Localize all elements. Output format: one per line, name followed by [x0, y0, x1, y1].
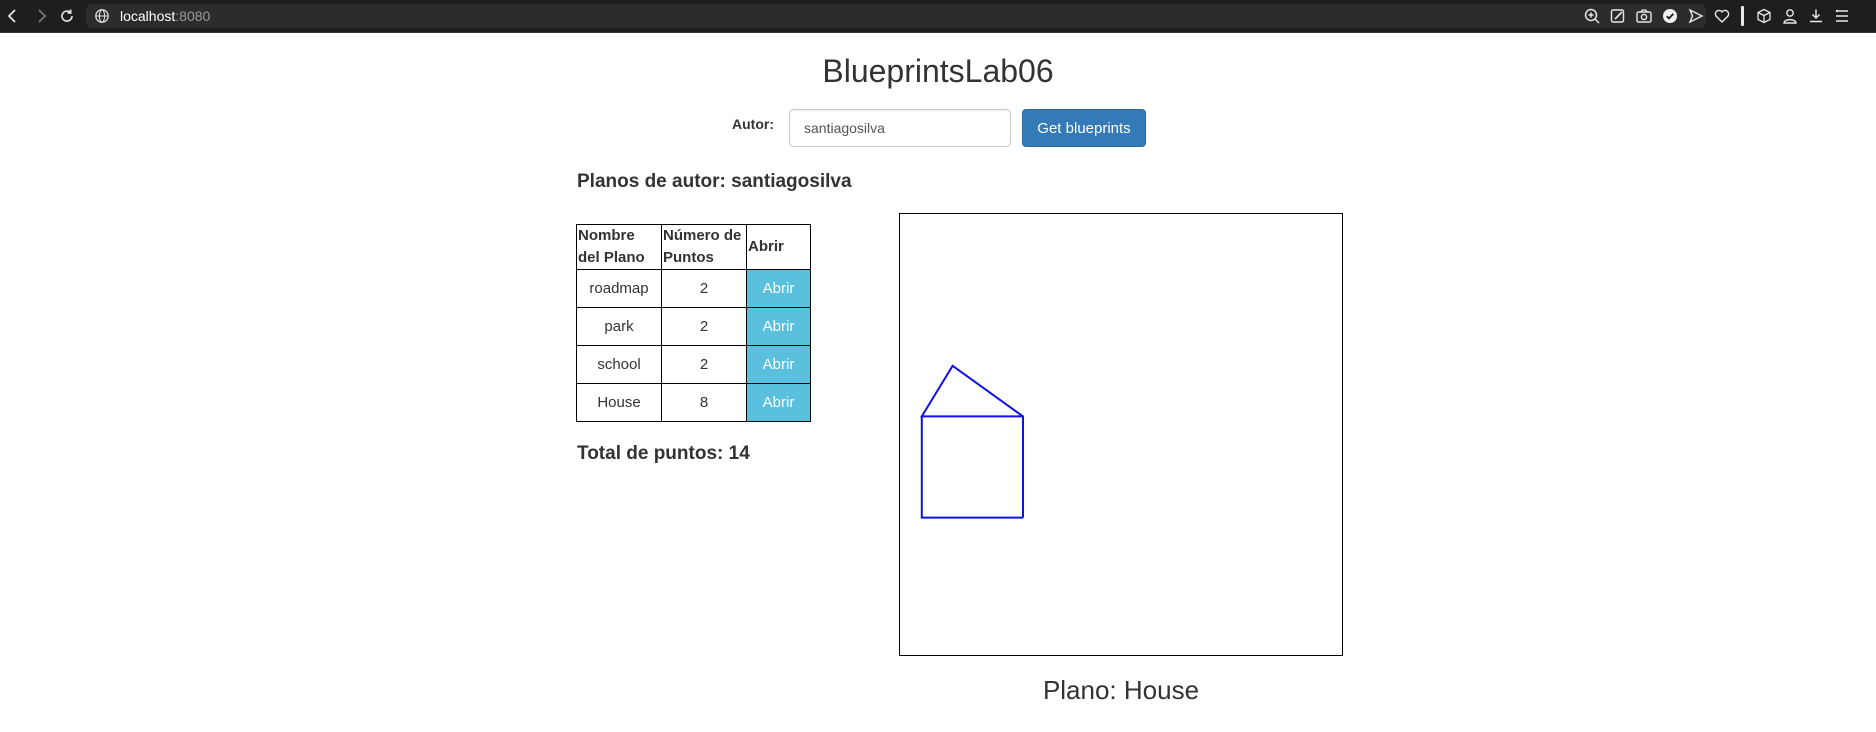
table-row: school 2 Abrir [576, 345, 811, 384]
blueprints-table: Nombre del Plano Número de Puntos Abrir … [576, 224, 811, 422]
blueprint-polyline [920, 364, 1024, 519]
open-roadmap-button[interactable]: Abrir [747, 270, 810, 307]
header-plan-name: Nombre del Plano [576, 224, 662, 270]
table-header-row: Nombre del Plano Número de Puntos Abrir [576, 224, 811, 270]
total-points: Total de puntos: 14 [577, 443, 750, 464]
author-label: Autor: [732, 116, 774, 132]
plan-name-cell: park [576, 307, 662, 346]
open-house-button[interactable]: Abrir [747, 384, 810, 421]
url-host: localhost [120, 8, 176, 24]
open-cell: Abrir [746, 307, 811, 346]
plans-heading: Planos de autor: santiagosilva [577, 171, 852, 192]
browser-toolbar: localhost:8080 [0, 0, 1876, 33]
url-text: localhost:8080 [120, 8, 210, 24]
header-point-count: Número de Puntos [661, 224, 747, 270]
open-park-button[interactable]: Abrir [747, 308, 810, 345]
header-open: Abrir [746, 224, 811, 270]
profile-icon[interactable] [1781, 7, 1799, 25]
open-cell: Abrir [746, 345, 811, 384]
page-title: BlueprintsLab06 [822, 53, 1054, 89]
open-school-button[interactable]: Abrir [747, 346, 810, 383]
forward-icon[interactable] [32, 7, 50, 25]
open-cell: Abrir [746, 269, 811, 308]
blueprint-canvas[interactable] [899, 213, 1343, 656]
plan-points-cell: 2 [661, 307, 747, 346]
reload-icon[interactable] [58, 7, 76, 25]
plan-points-cell: 2 [661, 345, 747, 384]
send-icon[interactable] [1687, 7, 1705, 25]
url-port: :8080 [175, 8, 211, 24]
download-icon[interactable] [1807, 7, 1825, 25]
plan-name-cell: House [576, 383, 662, 422]
plan-name-cell: roadmap [576, 269, 662, 308]
current-plan-name: Plano: House [1042, 675, 1200, 705]
zoom-icon[interactable] [1583, 7, 1601, 25]
box-icon[interactable] [1755, 7, 1773, 25]
toolbar-divider [1741, 6, 1744, 26]
table-row: roadmap 2 Abrir [576, 269, 811, 308]
shield-check-icon[interactable] [1661, 7, 1679, 25]
table-row: park 2 Abrir [576, 307, 811, 346]
table-row: House 8 Abrir [576, 383, 811, 422]
back-icon[interactable] [4, 7, 22, 25]
edit-icon[interactable] [1609, 7, 1627, 25]
heart-icon[interactable] [1713, 7, 1731, 25]
plan-name-cell: school [576, 345, 662, 384]
plan-points-cell: 8 [661, 383, 747, 422]
blueprint-drawing [920, 364, 1024, 519]
author-input[interactable] [789, 109, 1011, 147]
menu-icon[interactable] [1833, 7, 1851, 25]
plan-points-cell: 2 [661, 269, 747, 308]
open-cell: Abrir [746, 383, 811, 422]
globe-icon [95, 9, 109, 23]
camera-icon[interactable] [1635, 7, 1653, 25]
address-bar[interactable]: localhost:8080 [86, 4, 1706, 28]
get-blueprints-button[interactable]: Get blueprints [1022, 109, 1146, 147]
